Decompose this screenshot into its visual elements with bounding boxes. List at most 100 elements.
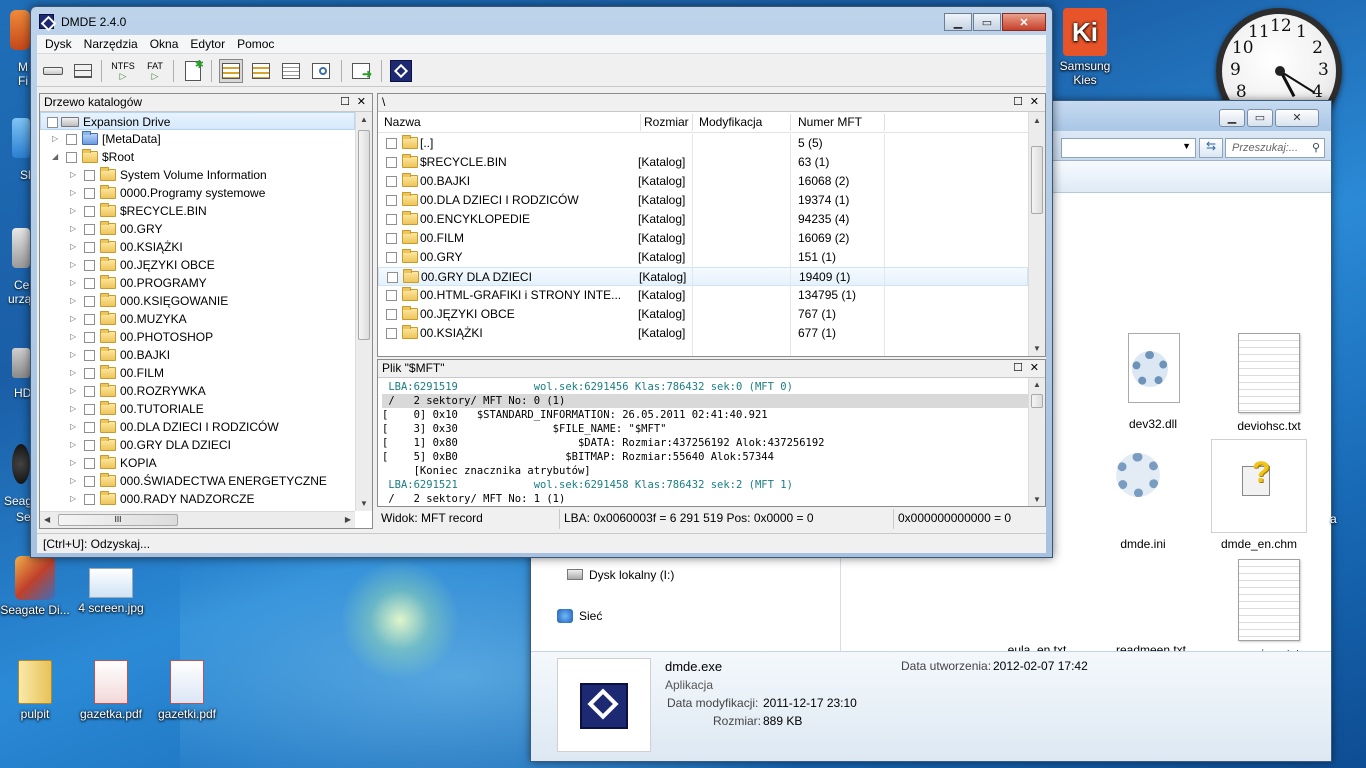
- expand-arrow-icon[interactable]: ▷: [70, 274, 76, 292]
- file-row[interactable]: 00.FILM [Katalog] 16069 (2): [378, 229, 1028, 248]
- tree-item[interactable]: ▷ 0000.Programy systemowe: [40, 184, 355, 202]
- scroll-down-icon[interactable]: ▼: [1033, 344, 1041, 353]
- dmde-titlebar[interactable]: DMDE 2.4.0 ▁ ▭ ✕: [31, 7, 1052, 35]
- nav-item-network[interactable]: Sieć: [579, 609, 602, 623]
- tree-checkbox[interactable]: [84, 278, 95, 289]
- tree-item[interactable]: ▷ KOPIA: [40, 454, 355, 472]
- expand-arrow-icon[interactable]: ▷: [70, 418, 76, 436]
- tree-item[interactable]: ▷ $RECYCLE.BIN: [40, 202, 355, 220]
- file-list-scrollbar[interactable]: ▲ ▼: [1028, 112, 1045, 356]
- recover-button[interactable]: ➜: [349, 59, 373, 83]
- file-row[interactable]: [..] 5 (5): [378, 134, 1028, 153]
- desktop-icon-gazetki[interactable]: gazetki.pdf: [152, 660, 222, 721]
- tree-item[interactable]: ▷ [MetaData]: [40, 130, 355, 148]
- about-button[interactable]: [389, 59, 413, 83]
- mft-scrollbar[interactable]: ▲ ▼: [1028, 378, 1045, 506]
- tree-item[interactable]: ▷ 00.GRY DLA DZIECI: [40, 436, 355, 454]
- tree-item[interactable]: ◢ $Root: [40, 148, 355, 166]
- file-row[interactable]: 00.ENCYKLOPEDIE [Katalog] 94235 (4): [378, 210, 1028, 229]
- scroll-left-icon[interactable]: ◀: [44, 515, 50, 524]
- tree-checkbox[interactable]: [84, 260, 95, 271]
- tree-checkbox[interactable]: [84, 476, 95, 487]
- tree-checkbox[interactable]: [84, 296, 95, 307]
- menu-dysk[interactable]: Dysk: [39, 37, 78, 51]
- tree-vertical-scrollbar[interactable]: ▲ ▼: [355, 112, 372, 511]
- scroll-up-icon[interactable]: ▲: [1033, 116, 1041, 125]
- desktop-icon-pulpit[interactable]: pulpit: [0, 660, 70, 721]
- tree-checkbox[interactable]: [84, 368, 95, 379]
- close-pane-icon[interactable]: ✕: [357, 96, 366, 108]
- expand-arrow-icon[interactable]: ▷: [52, 130, 58, 148]
- expand-arrow-icon[interactable]: ▷: [70, 220, 76, 238]
- app-icon-partial[interactable]: [12, 118, 30, 158]
- expand-arrow-icon[interactable]: ▷: [70, 184, 76, 202]
- file-item[interactable]: versions.txt: [1219, 559, 1319, 661]
- tree-checkbox[interactable]: [84, 350, 95, 361]
- tree-item[interactable]: ▷ 000.ŚWIADECTWA ENERGETYCZNE: [40, 472, 355, 490]
- file-row[interactable]: 00.GRY [Katalog] 151 (1): [378, 248, 1028, 267]
- tree-item[interactable]: ▷ 00.GRY: [40, 220, 355, 238]
- minimize-button[interactable]: ▁: [1219, 109, 1245, 127]
- expand-arrow-icon[interactable]: ▷: [70, 328, 76, 346]
- close-button[interactable]: ✕: [1002, 13, 1046, 31]
- list-view-button[interactable]: [249, 59, 273, 83]
- row-checkbox[interactable]: [387, 272, 398, 283]
- row-checkbox[interactable]: [386, 252, 397, 263]
- tree-horizontal-scrollbar[interactable]: ◀ III ▶: [40, 511, 355, 528]
- maximize-button[interactable]: ▭: [973, 13, 1001, 31]
- close-button[interactable]: ✕: [1275, 109, 1319, 127]
- tree-item[interactable]: ▷ 00.JĘZYKI OBCE: [40, 256, 355, 274]
- maximize-button[interactable]: ▭: [1247, 109, 1273, 127]
- tree-checkbox[interactable]: [84, 422, 95, 433]
- maximize-pane-icon[interactable]: ☐: [1013, 362, 1023, 374]
- collapse-arrow-icon[interactable]: ◢: [52, 148, 58, 166]
- file-row[interactable]: 00.GRY DLA DZIECI [Katalog] 19409 (1): [378, 267, 1028, 286]
- expand-arrow-icon[interactable]: ▷: [70, 292, 76, 310]
- tree-checkbox[interactable]: [84, 440, 95, 451]
- minimize-button[interactable]: ▁: [944, 13, 972, 31]
- address-input[interactable]: ▼: [1061, 138, 1196, 158]
- file-row[interactable]: 00.HTML-GRAFIKI i STRONY INTE... [Katalog…: [378, 286, 1028, 305]
- tree-checkbox[interactable]: [84, 494, 95, 505]
- nav-item-drive-i[interactable]: Dysk lokalny (I:): [589, 568, 674, 582]
- row-checkbox[interactable]: [386, 176, 397, 187]
- new-document-button[interactable]: ✱: [181, 59, 205, 83]
- details-view-button[interactable]: [279, 59, 303, 83]
- column-mft[interactable]: Numer MFT: [798, 112, 862, 133]
- scrollbar-thumb[interactable]: [1031, 146, 1043, 214]
- scroll-up-icon[interactable]: ▲: [1033, 380, 1041, 389]
- column-modified[interactable]: Modyfikacja: [699, 112, 762, 133]
- desktop-icon-seagate[interactable]: Seagate Di...: [0, 556, 70, 617]
- tree-item[interactable]: ▷ 00.FILM: [40, 364, 355, 382]
- tree-item[interactable]: ▷ 00.TUTORIALE: [40, 400, 355, 418]
- expand-arrow-icon[interactable]: ▷: [70, 454, 76, 472]
- file-item[interactable]: dmde.ini: [1093, 445, 1193, 551]
- scroll-right-icon[interactable]: ▶: [345, 515, 351, 524]
- ntfs-button[interactable]: NTFS ▷: [111, 59, 135, 83]
- scrollbar-thumb[interactable]: [1031, 394, 1043, 408]
- row-checkbox[interactable]: [386, 290, 397, 301]
- row-checkbox[interactable]: [386, 233, 397, 244]
- tree-item[interactable]: Expansion Drive: [40, 112, 355, 130]
- tree-item[interactable]: ▷ 00.ROZRYWKA: [40, 382, 355, 400]
- tree-item[interactable]: ▷ 00.PROGRAMY: [40, 274, 355, 292]
- app-icon-partial[interactable]: [12, 228, 30, 268]
- desktop-icon-gazetka[interactable]: gazetka.pdf: [76, 660, 146, 721]
- file-item[interactable]: ? dmde_en.chm: [1209, 439, 1309, 551]
- dmde-app-icon[interactable]: [39, 14, 54, 29]
- tree-checkbox[interactable]: [84, 314, 95, 325]
- file-row[interactable]: $RECYCLE.BIN [Katalog] 63 (1): [378, 153, 1028, 172]
- file-row[interactable]: 00.KSIĄŻKI [Katalog] 677 (1): [378, 324, 1028, 343]
- tree-checkbox[interactable]: [84, 242, 95, 253]
- expand-arrow-icon[interactable]: ▷: [70, 166, 76, 184]
- select-drive-button[interactable]: [41, 59, 65, 83]
- row-checkbox[interactable]: [386, 157, 397, 168]
- maximize-pane-icon[interactable]: ☐: [340, 96, 350, 108]
- desktop-icon-samsung-kies[interactable]: Ki Samsung Kies: [1050, 8, 1120, 87]
- tree-item[interactable]: ▷ 00.KSIĄŻKI: [40, 238, 355, 256]
- expand-arrow-icon[interactable]: ▷: [70, 472, 76, 490]
- tree-checkbox[interactable]: [84, 404, 95, 415]
- search-view-button[interactable]: [309, 59, 333, 83]
- partitions-button[interactable]: [71, 59, 95, 83]
- desktop-icon-screenshot[interactable]: 4 screen.jpg: [76, 556, 146, 615]
